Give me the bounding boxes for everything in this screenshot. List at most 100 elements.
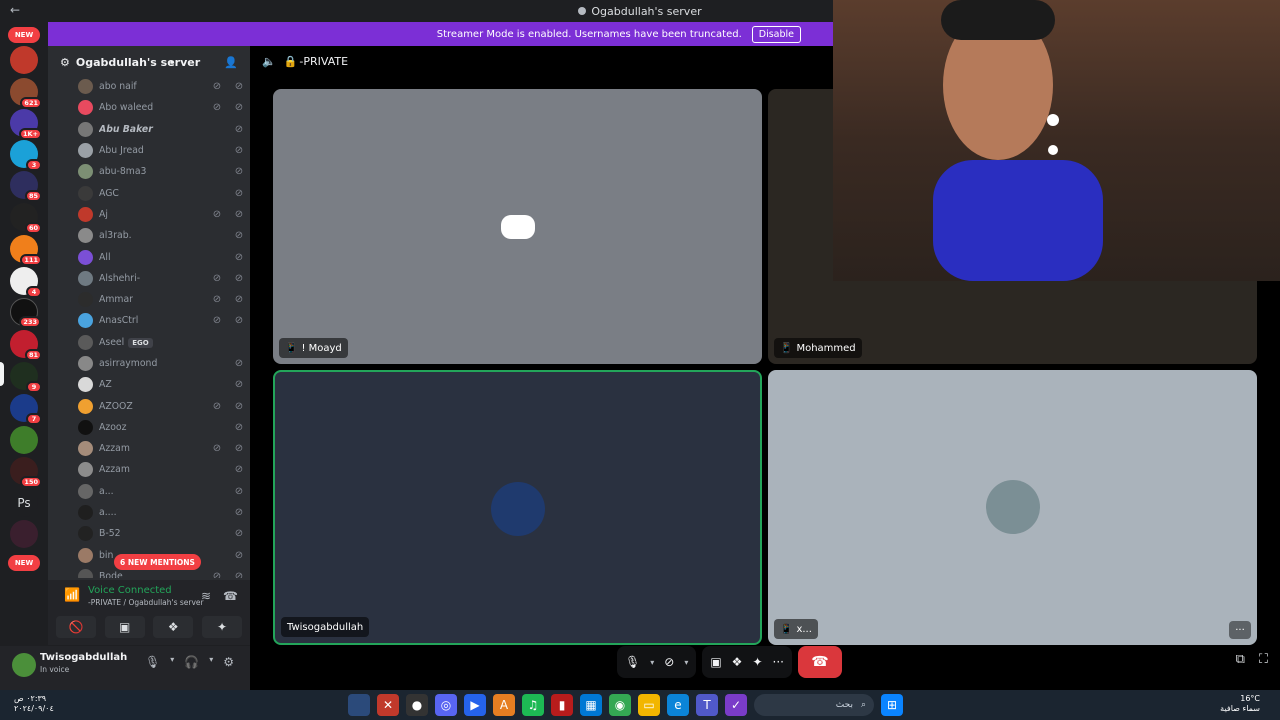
- voice-channel-path[interactable]: -PRIVATE / Ogabdullah's server: [88, 598, 204, 607]
- store-icon[interactable]: ▦: [580, 694, 602, 716]
- taskbar-clock[interactable]: ٠٢:٣٩ ص ٢٠٢٤/٠٩/٠٤: [14, 694, 54, 714]
- voice-member[interactable]: abo naif ⊘ ⊘: [48, 76, 250, 97]
- user-status: In voice: [40, 665, 70, 674]
- spotify-icon[interactable]: ♫: [522, 694, 544, 716]
- screen-share-button[interactable]: ▣: [104, 616, 145, 638]
- server-icon[interactable]: [10, 520, 38, 548]
- voice-member[interactable]: Aseel EGO: [48, 332, 250, 353]
- headphones-icon[interactable]: 🎧: [184, 655, 199, 669]
- soundboard-icon[interactable]: ✦: [752, 655, 762, 669]
- microphone-icon[interactable]: 🎙: [145, 655, 160, 669]
- add-member-icon[interactable]: 👤: [224, 56, 238, 69]
- avatar: [78, 441, 93, 457]
- voice-member[interactable]: Abo waleed ⊘ ⊘: [48, 97, 250, 118]
- server-icon[interactable]: 7: [10, 394, 42, 425]
- folder-icon[interactable]: ▭: [638, 694, 660, 716]
- edge-icon[interactable]: e: [667, 694, 689, 716]
- server-header[interactable]: ⚙ Ogabdullah's server ▾ 👤: [48, 46, 250, 78]
- discord-icon[interactable]: ◎: [435, 694, 457, 716]
- more-options-icon[interactable]: ···: [1229, 621, 1251, 639]
- voice-member[interactable]: AZOOZ ⊘ ⊘: [48, 395, 250, 416]
- chevron-down-icon[interactable]: ▾: [650, 658, 654, 667]
- voice-member[interactable]: asirraymond ⊘: [48, 353, 250, 374]
- disable-button[interactable]: Disable: [751, 25, 801, 43]
- voice-member[interactable]: Abu Jread ⊘: [48, 140, 250, 161]
- server-icon[interactable]: Ps: [10, 489, 38, 517]
- voice-member[interactable]: All ⊘: [48, 246, 250, 267]
- video-tile[interactable]: 📱 x... ···: [768, 370, 1257, 645]
- mobile-icon: 📱: [285, 342, 298, 354]
- server-icon[interactable]: 1K+: [10, 109, 42, 140]
- voice-member[interactable]: a.... ⊘: [48, 502, 250, 523]
- app-icon[interactable]: A: [493, 694, 515, 716]
- voice-member[interactable]: abu-8ma3 ⊘: [48, 161, 250, 182]
- noise-suppression-icon[interactable]: ≋: [201, 589, 211, 603]
- chevron-down-icon[interactable]: ▾: [170, 655, 174, 669]
- server-icon[interactable]: 111: [10, 235, 42, 266]
- voice-member[interactable]: a... ⊘: [48, 481, 250, 502]
- taskbar-apps: ✕ ● ◎ ▶ A ♫ ▮ ▦ ◉ ▭ e T ✓ بحث ⌕ ⊞: [348, 694, 903, 716]
- chrome-icon[interactable]: ◉: [609, 694, 631, 716]
- server-icon[interactable]: 9: [10, 362, 42, 393]
- server-icon[interactable]: 233: [10, 298, 41, 328]
- voice-member[interactable]: Azooz ⊘: [48, 417, 250, 438]
- microphone-icon[interactable]: 🎙: [625, 655, 640, 669]
- new-unreads-pill-bottom[interactable]: NEW: [8, 555, 40, 571]
- voice-member[interactable]: B-52 ⊘: [48, 523, 250, 544]
- member-name: All: [99, 251, 111, 263]
- teams-icon[interactable]: T: [696, 694, 718, 716]
- app-icon[interactable]: ✕: [377, 694, 399, 716]
- voice-member[interactable]: al3rab. ⊘: [48, 225, 250, 246]
- server-icon[interactable]: 4: [10, 267, 42, 298]
- new-unreads-pill-top[interactable]: NEW: [8, 27, 40, 43]
- voice-status: Voice Connected: [88, 585, 172, 596]
- leave-call-button[interactable]: ☎: [797, 646, 842, 678]
- camera-off-icon[interactable]: ⊘: [664, 655, 674, 669]
- mute-group[interactable]: 🎙 ▾ ⊘ ▾: [617, 646, 697, 678]
- taskbar-search[interactable]: بحث ⌕: [754, 694, 874, 716]
- muted-icon: ⊘: [234, 507, 244, 519]
- disconnect-icon[interactable]: ☎: [223, 589, 238, 603]
- server-icon[interactable]: 81: [10, 330, 42, 361]
- app-icon[interactable]: [348, 694, 370, 716]
- more-icon[interactable]: ···: [773, 655, 784, 669]
- arrow-left-icon[interactable]: ←: [10, 3, 20, 17]
- app-icon[interactable]: ▮: [551, 694, 573, 716]
- server-icon[interactable]: [10, 46, 38, 74]
- signal-icon[interactable]: 📶: [64, 588, 80, 603]
- activities-icon[interactable]: ❖: [732, 655, 743, 669]
- app-icon[interactable]: ●: [406, 694, 428, 716]
- avatar[interactable]: [12, 653, 36, 677]
- server-icon[interactable]: 3: [10, 140, 42, 171]
- popout-icon[interactable]: ⧉: [1236, 652, 1245, 667]
- soundboard-button[interactable]: ✦: [201, 616, 242, 638]
- server-icon[interactable]: [10, 426, 38, 454]
- voice-member[interactable]: Abu Baker ⊘: [48, 119, 250, 140]
- server-icon[interactable]: 85: [10, 171, 42, 202]
- voice-member[interactable]: Azzam ⊘: [48, 459, 250, 480]
- voice-member[interactable]: AnasCtrl ⊘ ⊘: [48, 310, 250, 331]
- video-tile[interactable]: 📱 ! Moayd: [273, 89, 762, 364]
- new-mentions-pill[interactable]: 6 NEW MENTIONS: [114, 554, 201, 570]
- server-icon[interactable]: 150: [10, 457, 42, 488]
- chevron-down-icon[interactable]: ▾: [209, 655, 213, 669]
- camera-off-button[interactable]: 🚫: [56, 616, 96, 638]
- voice-member[interactable]: Aj ⊘ ⊘: [48, 204, 250, 225]
- voice-member[interactable]: Ammar ⊘ ⊘: [48, 289, 250, 310]
- voice-member[interactable]: AZ ⊘: [48, 374, 250, 395]
- voice-member[interactable]: AGC ⊘: [48, 182, 250, 203]
- screen-share-icon[interactable]: ▣: [710, 655, 721, 669]
- app-icon[interactable]: ▶: [464, 694, 486, 716]
- server-icon[interactable]: 60: [10, 203, 42, 234]
- fullscreen-icon[interactable]: ⛶: [1259, 652, 1268, 667]
- gear-icon[interactable]: ⚙: [223, 655, 234, 669]
- voice-member[interactable]: Alshehri- ⊘ ⊘: [48, 268, 250, 289]
- video-tile[interactable]: Twisogabdullah: [273, 370, 762, 645]
- server-icon[interactable]: 621: [10, 78, 42, 109]
- activities-button[interactable]: ❖: [153, 616, 194, 638]
- taskbar-weather[interactable]: 16°C سماء صافية: [1220, 694, 1260, 714]
- app-icon[interactable]: ✓: [725, 694, 747, 716]
- voice-member[interactable]: Azzam ⊘ ⊘: [48, 438, 250, 459]
- start-icon[interactable]: ⊞: [881, 694, 903, 716]
- chevron-down-icon[interactable]: ▾: [684, 658, 688, 667]
